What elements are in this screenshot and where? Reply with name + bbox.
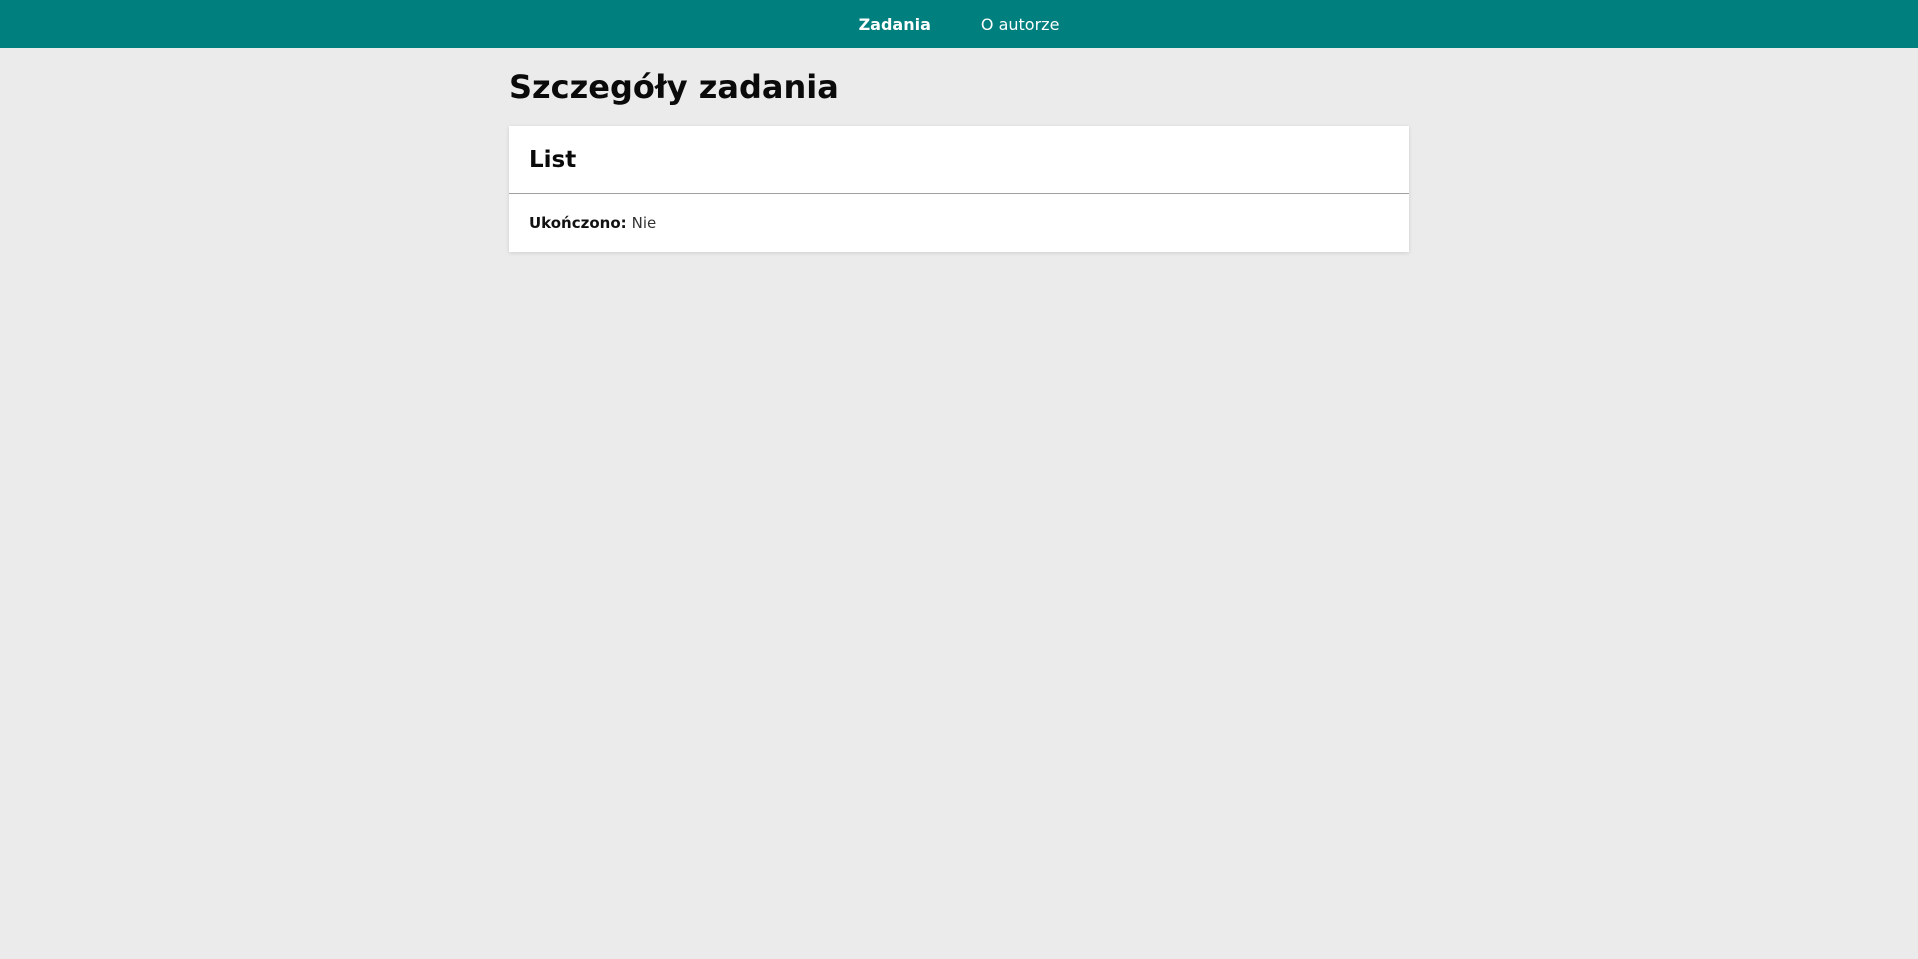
top-navigation: Zadania O autorze xyxy=(0,0,1918,48)
task-name: List xyxy=(529,146,577,173)
completed-label: Ukończono: xyxy=(529,214,627,233)
card-body: Ukończono: Nie xyxy=(509,194,1409,252)
page-title: Szczegóły zadania xyxy=(509,68,839,106)
nav-link-zadania[interactable]: Zadania xyxy=(859,15,931,34)
task-details-card: List Ukończono: Nie xyxy=(509,126,1409,253)
completed-value: Nie xyxy=(631,214,657,233)
nav-link-o-autorze[interactable]: O autorze xyxy=(981,15,1060,34)
card-header: List xyxy=(509,126,1409,195)
main-content: Szczegóły zadania List Ukończono: Nie xyxy=(509,48,1409,253)
